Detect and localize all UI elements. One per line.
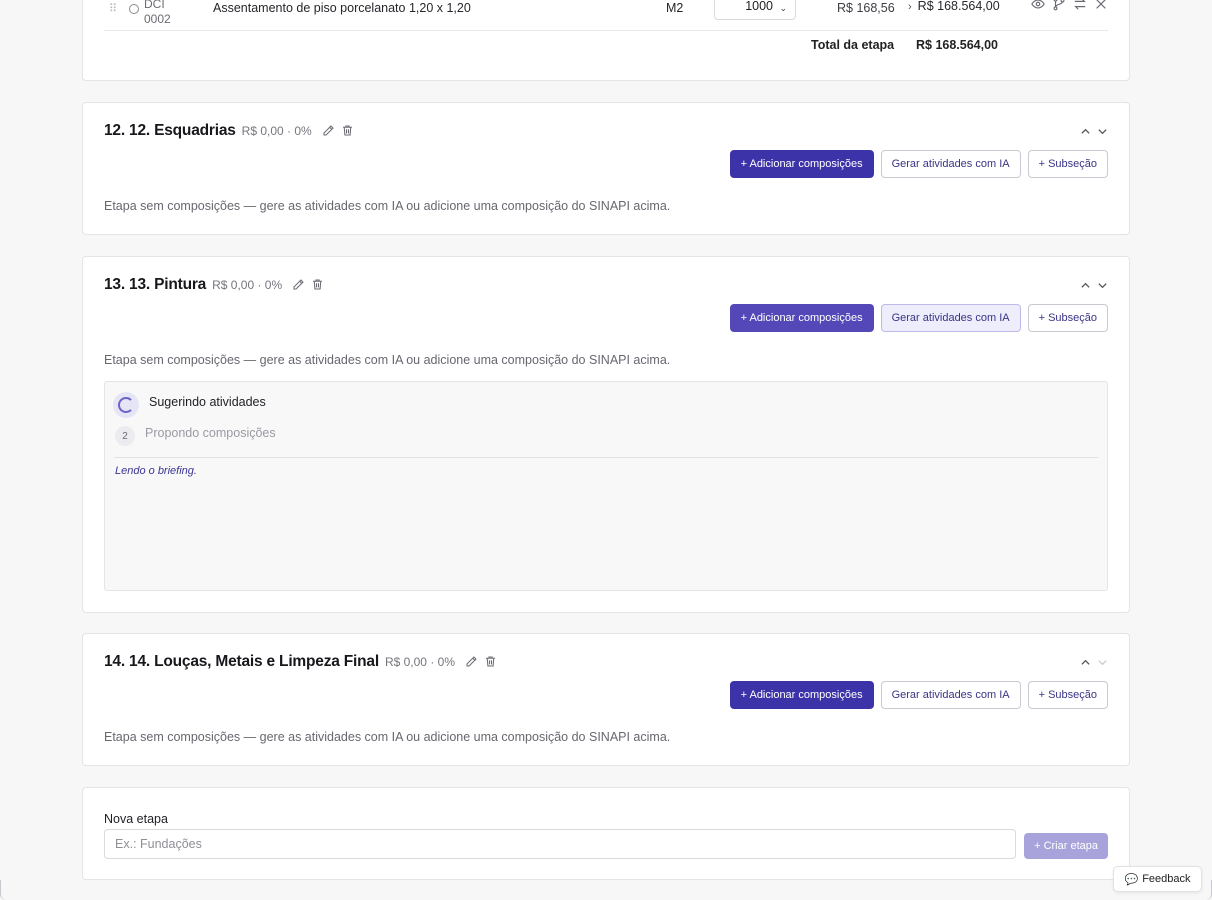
stage-header: 13. 13. Pintura R$ 0,00 · 0%	[104, 276, 324, 294]
add-compositions-button[interactable]: + Adicionar composições	[729, 304, 874, 332]
select-radio[interactable]	[129, 4, 139, 14]
feedback-button[interactable]: 💬 Feedback	[1113, 866, 1202, 892]
chevron-down-icon[interactable]	[1097, 126, 1108, 137]
pencil-icon[interactable]	[292, 278, 305, 291]
window-corner-right	[1206, 880, 1212, 900]
composition-description: Assentamento de piso porcelanato 1,20 x …	[213, 1, 471, 15]
stepper-arrows-icon[interactable]: ⌃ ⌄	[779, 0, 787, 13]
stage-title: 13. 13. Pintura	[104, 276, 207, 293]
stage-header: 12. 12. Esquadrias R$ 0,00 · 0%	[104, 122, 354, 140]
chevron-right-icon[interactable]: ›	[908, 1, 912, 13]
ai-step-active: Sugerindo atividades	[113, 392, 266, 418]
stage-title: 12. 12. Esquadrias	[104, 122, 236, 139]
composition-code-line2: 0002	[144, 12, 171, 26]
speech-bubble-icon: 💬	[1124, 873, 1139, 886]
empty-stage-message: Etapa sem composições — gere as atividad…	[104, 199, 671, 213]
new-stage-label: Nova etapa	[104, 812, 168, 826]
add-subsection-button[interactable]: + Subseção	[1027, 681, 1108, 709]
composition-code: DCI 0002	[144, 0, 171, 27]
stage-card-loucas-metais: 14. 14. Louças, Metais e Limpeza Final R…	[82, 633, 1130, 766]
add-compositions-button[interactable]: + Adicionar composições	[729, 681, 874, 709]
stage-reorder	[1080, 657, 1108, 668]
ai-progress-panel: Sugerindo atividades 2 Propondo composiç…	[104, 381, 1108, 591]
trash-icon[interactable]	[341, 124, 354, 137]
empty-stage-message: Etapa sem composições — gere as atividad…	[104, 353, 671, 367]
spinner-icon	[113, 392, 139, 418]
stage-header: 14. 14. Louças, Metais e Limpeza Final R…	[104, 653, 497, 671]
create-stage-button[interactable]: + Criar etapa	[1024, 833, 1108, 859]
drag-handle-icon[interactable]: ⠿	[109, 2, 117, 15]
stage-reorder	[1080, 280, 1108, 291]
pencil-icon[interactable]	[322, 124, 335, 137]
ai-step-label: Propondo composições	[145, 426, 276, 440]
stage-actions: + Adicionar composições Gerar atividades…	[729, 304, 1108, 332]
chevron-down-icon[interactable]	[1097, 280, 1108, 291]
window-corner-left	[0, 880, 6, 900]
stage-total-value: R$ 168.564,00	[916, 38, 999, 52]
stage-card-previous: ⠿ DCI 0002 Assentamento de piso porcelan…	[82, 0, 1130, 81]
add-compositions-button[interactable]: + Adicionar composições	[729, 150, 874, 178]
composition-unit: M2	[666, 1, 684, 15]
row-actions	[1031, 0, 1106, 11]
close-icon[interactable]	[1094, 0, 1106, 9]
composition-code-line1: DCI	[144, 0, 165, 11]
step-number: 2	[115, 426, 135, 446]
generate-ai-button[interactable]: Gerar atividades com IA	[880, 681, 1021, 709]
generate-ai-button[interactable]: Gerar atividades com IA	[880, 150, 1021, 178]
stage-card-pintura: 13. 13. Pintura R$ 0,00 · 0% + Adicionar…	[82, 256, 1130, 613]
trash-icon[interactable]	[311, 278, 324, 291]
chevron-up-icon[interactable]	[1080, 126, 1091, 137]
stage-total-label: Total da etapa	[811, 38, 895, 52]
stage-actions: + Adicionar composições Gerar atividades…	[729, 681, 1108, 709]
new-stage-input[interactable]	[104, 829, 1016, 859]
branch-icon[interactable]	[1052, 0, 1065, 11]
row-total-value: R$ 168.564,00	[917, 0, 1000, 13]
feedback-label: Feedback	[1142, 873, 1191, 885]
stage-meta: R$ 0,00 · 0%	[384, 655, 455, 669]
stage-card-esquadrias: 12. 12. Esquadrias R$ 0,00 · 0% + Adicio…	[82, 102, 1130, 235]
ai-step-pending: 2 Propondo composições	[115, 426, 276, 446]
composition-row: ⠿ DCI 0002 Assentamento de piso porcelan…	[104, 0, 1108, 31]
stage-reorder	[1080, 126, 1108, 137]
quantity-stepper[interactable]: 1000 ⌃ ⌄	[714, 0, 796, 20]
quantity-value[interactable]: 1000	[745, 0, 773, 13]
row-total: › R$ 168.564,00	[908, 0, 1000, 13]
empty-stage-message: Etapa sem composições — gere as atividad…	[104, 730, 671, 744]
stage-meta: R$ 0,00 · 0%	[241, 124, 312, 138]
divider	[114, 457, 1098, 458]
trash-icon[interactable]	[484, 655, 497, 668]
unit-price: R$ 168,56	[837, 1, 895, 15]
chevron-down-icon	[1097, 657, 1108, 668]
ai-step-label: Sugerindo atividades	[149, 395, 266, 409]
add-subsection-button[interactable]: + Subseção	[1027, 304, 1108, 332]
swap-icon[interactable]	[1073, 0, 1086, 10]
new-stage-card: Nova etapa + Criar etapa	[82, 787, 1130, 880]
stage-title: 14. 14. Louças, Metais e Limpeza Final	[104, 653, 379, 670]
eye-icon[interactable]	[1031, 0, 1045, 9]
generate-ai-button[interactable]: Gerar atividades com IA	[880, 304, 1021, 332]
ai-log-text: Lendo o briefing.	[115, 465, 197, 477]
chevron-up-icon[interactable]	[1080, 657, 1091, 668]
stage-meta: R$ 0,00 · 0%	[212, 278, 283, 292]
stage-actions: + Adicionar composições Gerar atividades…	[729, 150, 1108, 178]
chevron-up-icon[interactable]	[1080, 280, 1091, 291]
add-subsection-button[interactable]: + Subseção	[1027, 150, 1108, 178]
pencil-icon[interactable]	[465, 655, 478, 668]
